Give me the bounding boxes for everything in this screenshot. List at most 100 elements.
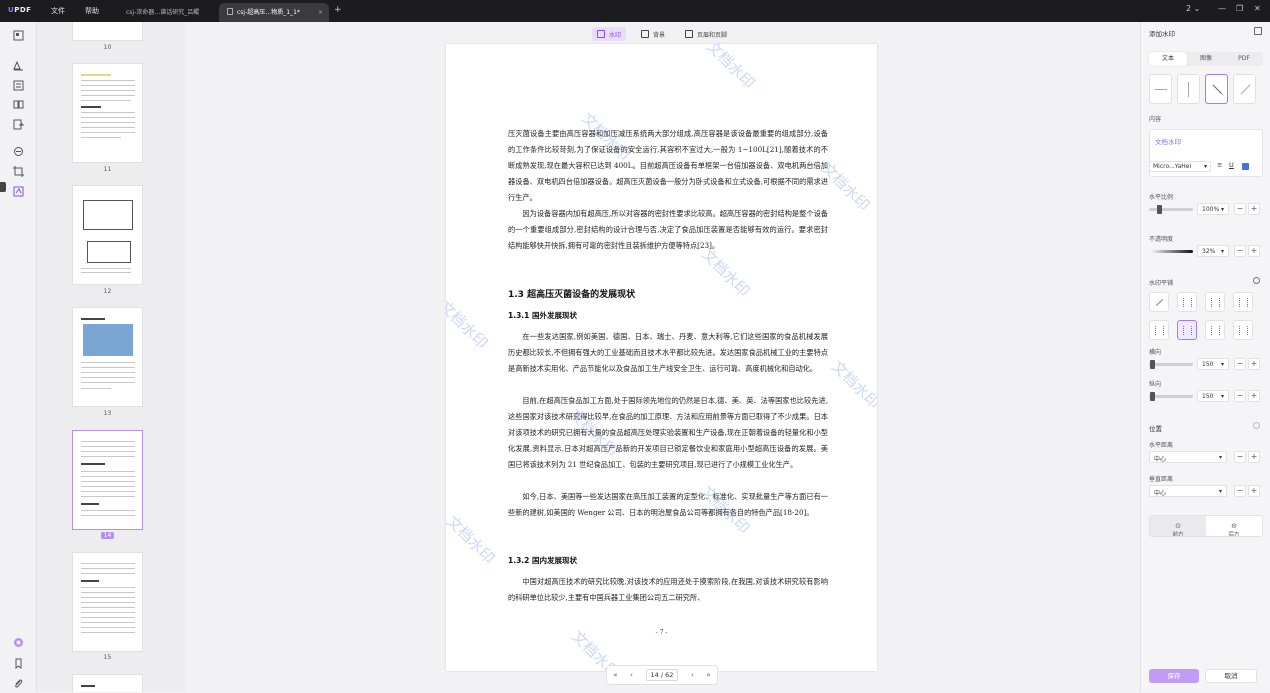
style-vertical[interactable] bbox=[1177, 74, 1200, 104]
page-thumbnail-16[interactable] bbox=[72, 674, 143, 692]
opacity-slider[interactable] bbox=[1149, 250, 1193, 253]
v-spacing-input[interactable]: 150 ▾ bbox=[1197, 390, 1229, 402]
type-pdf-tab[interactable]: PDF bbox=[1225, 52, 1263, 66]
organize-icon[interactable] bbox=[13, 95, 24, 109]
previous-page-icon[interactable]: ‹ bbox=[630, 671, 633, 679]
h-offset-increase-button[interactable]: + bbox=[1248, 451, 1260, 463]
opacity-input[interactable]: 32% ▾ bbox=[1197, 245, 1229, 257]
layer-label: 后方 bbox=[1228, 532, 1240, 537]
collapse-handle[interactable] bbox=[0, 182, 6, 192]
v-offset-increase-button[interactable]: + bbox=[1248, 485, 1260, 497]
style-diagonal-down[interactable] bbox=[1205, 74, 1228, 104]
watermark-overlay: 文档水印 bbox=[446, 512, 499, 568]
scale-increase-button[interactable]: + bbox=[1248, 203, 1260, 215]
tile-5[interactable] bbox=[1149, 320, 1169, 340]
comment-icon[interactable] bbox=[13, 56, 24, 71]
reset-position-icon[interactable] bbox=[1253, 422, 1260, 429]
type-image-tab[interactable]: 图像 bbox=[1187, 52, 1225, 66]
watermark-tab[interactable]: 水印 bbox=[592, 27, 627, 41]
h-spacing-slider[interactable] bbox=[1149, 360, 1193, 369]
tab-document-2[interactable]: csj-超高压…物质_1_1* × bbox=[219, 3, 329, 22]
ocr-icon[interactable] bbox=[13, 142, 24, 156]
v-spacing-slider[interactable] bbox=[1149, 392, 1193, 401]
font-select[interactable]: Micro...YaHei ▾ bbox=[1149, 161, 1211, 172]
paragraph: 如今,日本、美国等一些发达国家在高压加工装置的定型化、标准化、实现批量生产等方面… bbox=[508, 492, 828, 517]
page-thumbnail-10[interactable] bbox=[72, 22, 143, 41]
h-offset-decrease-button[interactable]: − bbox=[1234, 451, 1246, 463]
section-heading: 1.3 超高压灭菌设备的发展现状 bbox=[508, 290, 636, 300]
watermark-overlay: 文档水印 bbox=[828, 357, 877, 413]
page-thumbnail-11[interactable] bbox=[72, 63, 143, 163]
minimize-button[interactable]: — bbox=[1218, 4, 1226, 13]
opacity-increase-button[interactable]: + bbox=[1248, 245, 1260, 257]
h-spacing-input[interactable]: 150 ▾ bbox=[1197, 358, 1229, 370]
slider-knob[interactable] bbox=[1150, 360, 1155, 369]
tool-label: 背景 bbox=[653, 31, 666, 39]
thumbnail-panel-icon[interactable] bbox=[13, 26, 24, 41]
bookmark-icon[interactable] bbox=[13, 654, 24, 670]
page-number-label-selected: 14 bbox=[72, 532, 143, 539]
watermark-overlay: 文档水印 bbox=[703, 44, 759, 93]
color-swatch[interactable] bbox=[1242, 163, 1249, 170]
page-thumbnail-13[interactable] bbox=[72, 307, 143, 407]
export-icon[interactable] bbox=[1254, 27, 1262, 35]
maximize-button[interactable]: ❐ bbox=[1236, 4, 1243, 13]
new-tab-button[interactable]: + bbox=[334, 5, 342, 15]
v-spacing-decrease-button[interactable]: − bbox=[1234, 390, 1246, 402]
window-count[interactable]: 2 ⌄ bbox=[1186, 4, 1200, 13]
tile-2[interactable] bbox=[1177, 292, 1197, 312]
next-page-icon[interactable]: › bbox=[691, 671, 694, 679]
align-icon[interactable]: ≡ bbox=[1217, 161, 1222, 169]
tile-6[interactable] bbox=[1177, 320, 1197, 340]
v-spacing-label: 纵向 bbox=[1149, 381, 1162, 388]
scale-decrease-button[interactable]: − bbox=[1234, 203, 1246, 215]
edit-icon[interactable] bbox=[13, 76, 24, 91]
tile-4[interactable] bbox=[1233, 292, 1253, 312]
watermark-tool-icon[interactable] bbox=[13, 182, 24, 197]
chevron-down-icon: ⌄ bbox=[1193, 4, 1201, 13]
v-offset-decrease-button[interactable]: − bbox=[1234, 485, 1246, 497]
background-tab[interactable]: 背景 bbox=[636, 27, 670, 41]
style-diagonal-up[interactable] bbox=[1233, 74, 1256, 104]
page-thumbnail-15[interactable] bbox=[72, 552, 143, 652]
menu-help[interactable]: 帮助 bbox=[85, 6, 99, 16]
v-align-select[interactable]: 中心 ▾ bbox=[1149, 485, 1227, 497]
save-button[interactable]: 保存 bbox=[1149, 669, 1199, 683]
tile-3[interactable] bbox=[1205, 292, 1225, 312]
attachment-icon[interactable] bbox=[13, 674, 24, 688]
crop-icon[interactable] bbox=[13, 162, 24, 177]
opacity-decrease-button[interactable]: − bbox=[1234, 245, 1246, 257]
ai-assistant-icon[interactable] bbox=[13, 633, 24, 647]
header-footer-tab[interactable]: 页眉和页脚 bbox=[680, 27, 732, 41]
slider-knob[interactable] bbox=[1157, 205, 1162, 214]
layer-front-tab[interactable]: ⊙ 前方 bbox=[1150, 516, 1206, 536]
underline-icon[interactable]: U bbox=[1229, 161, 1234, 169]
last-page-icon[interactable]: » bbox=[706, 671, 710, 679]
h-spacing-decrease-button[interactable]: − bbox=[1234, 358, 1246, 370]
tab-document-1[interactable]: csj-浓命器…谱话研究_吕鲲 bbox=[118, 3, 213, 22]
tile-8[interactable] bbox=[1233, 320, 1253, 340]
cancel-button[interactable]: 取消 bbox=[1205, 669, 1257, 683]
type-text-tab[interactable]: 文本 bbox=[1149, 52, 1187, 66]
close-tab-icon[interactable]: × bbox=[318, 3, 323, 22]
slider-knob[interactable] bbox=[1150, 392, 1155, 401]
chevron-down-icon: ▾ bbox=[1218, 488, 1222, 495]
tile-single[interactable] bbox=[1149, 292, 1169, 312]
first-page-icon[interactable]: « bbox=[613, 671, 617, 679]
layer-back-tab[interactable]: ⊖ 后方 bbox=[1206, 516, 1262, 536]
tile-7[interactable] bbox=[1205, 320, 1225, 340]
v-spacing-increase-button[interactable]: + bbox=[1248, 390, 1260, 402]
scale-slider[interactable] bbox=[1149, 205, 1193, 214]
page-thumbnail-12[interactable] bbox=[72, 185, 143, 285]
scale-input[interactable]: 100% ▾ bbox=[1197, 203, 1229, 215]
close-window-button[interactable]: ✕ bbox=[1254, 4, 1261, 13]
style-horizontal[interactable] bbox=[1149, 74, 1172, 104]
reset-tile-icon[interactable] bbox=[1253, 277, 1260, 284]
menu-file[interactable]: 文件 bbox=[51, 6, 65, 16]
page-thumbnail-14[interactable] bbox=[72, 430, 143, 530]
h-spacing-increase-button[interactable]: + bbox=[1248, 358, 1260, 370]
doc-icon bbox=[227, 8, 233, 15]
h-align-select[interactable]: 中心 ▾ bbox=[1149, 451, 1227, 463]
page-input[interactable]: 14 / 62 bbox=[645, 669, 679, 681]
convert-icon[interactable] bbox=[13, 115, 25, 130]
